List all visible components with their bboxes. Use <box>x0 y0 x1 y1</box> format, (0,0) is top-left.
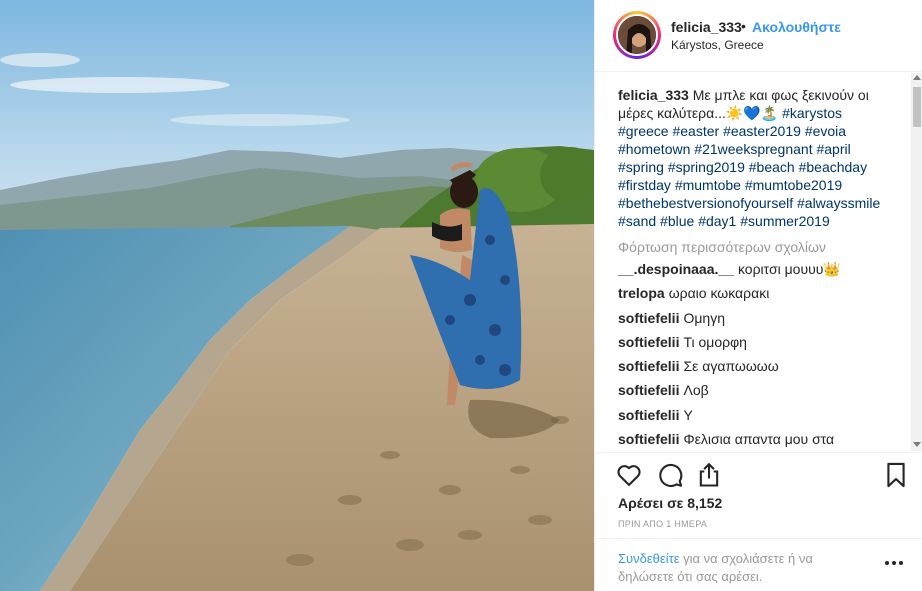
comment-text: κοριτσι μουυυ👑 <box>737 261 841 277</box>
comment-username[interactable]: softiefelii <box>618 382 679 398</box>
comment-button[interactable] <box>656 461 684 489</box>
share-button[interactable] <box>695 461 723 489</box>
post-actions <box>595 452 922 496</box>
login-prompt-text: Συνδεθείτε για να σχολιάσετε ή να δηλώσε… <box>618 550 858 586</box>
hashtag-link[interactable]: #21weekspregnant <box>694 141 812 157</box>
comment-item: softiefelii Τι ομορφη <box>618 333 911 357</box>
post-location[interactable]: Kárystos, Greece <box>671 38 764 52</box>
share-icon <box>699 462 719 487</box>
comment-item: softiefelii Λοβ <box>618 381 911 405</box>
post-timestamp: ΠΡΙΝ ΑΠΟ 1 ΗΜΕΡΑ <box>618 519 708 529</box>
caption-hashtags: #karystos #greece #easter #easter2019 #e… <box>618 105 880 229</box>
post-sidebar: felicia_333 • Ακολουθήστε Kárystos, Gree… <box>594 0 922 591</box>
bookmark-icon <box>887 462 905 488</box>
hashtag-link[interactable]: #evoia <box>805 123 846 139</box>
comment-username[interactable]: softiefelii <box>618 358 679 374</box>
more-options-icon[interactable] <box>885 561 905 567</box>
load-more-comments-button[interactable]: Φόρτωση περισσότερων σχολίων <box>618 238 911 260</box>
avatar[interactable] <box>613 11 661 59</box>
comment-item: softiefelii Φελισια απαντα μου στα <box>618 430 911 451</box>
scroll-thumb[interactable] <box>913 87 921 127</box>
comment-text: Ομηγη <box>683 309 725 326</box>
hashtag-link[interactable]: #sand <box>618 213 656 229</box>
hashtag-link[interactable]: #spring <box>618 159 664 175</box>
hashtag-link[interactable]: #greece <box>618 123 669 139</box>
hashtag-link[interactable]: #day1 <box>698 213 736 229</box>
hashtag-link[interactable]: #easter2019 <box>723 123 801 139</box>
comment-text: Σε αγαπωωωω <box>683 358 779 375</box>
hashtag-link[interactable]: #karystos <box>782 105 842 121</box>
hashtag-link[interactable]: #easter <box>672 123 719 139</box>
avatar-photo <box>616 14 658 56</box>
comment-item: softiefelii Υ <box>618 406 911 430</box>
post-photo[interactable] <box>0 0 594 591</box>
login-link[interactable]: Συνδεθείτε <box>618 551 680 566</box>
scroll-down-arrow-icon[interactable] <box>913 442 921 447</box>
hashtag-link[interactable]: #april <box>816 141 850 157</box>
like-button[interactable] <box>615 461 643 489</box>
hashtag-link[interactable]: #beachday <box>799 159 868 175</box>
hashtag-link[interactable]: #hometown <box>618 141 690 157</box>
comments-scrollbar[interactable] <box>911 73 922 451</box>
comment-username[interactable]: trelopa <box>618 285 665 301</box>
separator-dot: • <box>741 18 746 34</box>
comment-icon <box>659 463 683 487</box>
comment-username[interactable]: softiefelii <box>618 431 679 447</box>
beach-photo <box>0 0 594 591</box>
hashtag-link[interactable]: #mumtobe <box>675 177 741 193</box>
comment-text: Φελισια απαντα μου στα <box>683 431 835 448</box>
follow-button[interactable]: Ακολουθήστε <box>752 19 841 35</box>
likes-count[interactable]: Αρέσει σε 8,152 <box>618 495 722 511</box>
hashtag-link[interactable]: #alwayssmile <box>797 195 880 211</box>
comment-text: ωραιο κωκαρακι <box>668 285 770 302</box>
hashtag-link[interactable]: #summer2019 <box>740 213 830 229</box>
hashtag-link[interactable]: #blue <box>660 213 694 229</box>
post-header: felicia_333 • Ακολουθήστε Kárystos, Gree… <box>595 0 922 72</box>
hashtag-link[interactable]: #mumtobe2019 <box>745 177 842 193</box>
comment-username[interactable]: softiefelii <box>618 407 679 423</box>
comment-username[interactable]: __.despoinaaa.__ <box>618 261 734 277</box>
hashtag-link[interactable]: #spring2019 <box>668 159 745 175</box>
comment-text: Τι ομορφη <box>683 333 747 350</box>
hashtag-link[interactable]: #bethebestversionofyourself <box>618 195 793 211</box>
comment-item: trelopa ωραιο κωκαρακι <box>618 284 911 308</box>
comment-items: __.despoinaaa.__ κοριτσι μουυυ👑 trelopa ωρα… <box>618 260 911 451</box>
comment-username[interactable]: softiefelii <box>618 334 679 350</box>
scroll-up-arrow-icon[interactable] <box>913 75 921 80</box>
caption-username[interactable]: felicia_333 <box>618 87 689 103</box>
post-username[interactable]: felicia_333 <box>671 19 742 35</box>
comment-item: softiefelii Σε αγαπωωωω <box>618 357 911 381</box>
comment-text: Λοβ <box>683 382 709 399</box>
comment-item: softiefelii Ομηγη <box>618 309 911 333</box>
comment-item: __.despoinaaa.__ κοριτσι μουυυ👑 <box>618 260 911 284</box>
hashtag-link[interactable]: #beach <box>749 159 795 175</box>
heart-icon <box>617 465 641 486</box>
login-prompt: Συνδεθείτε για να σχολιάσετε ή να δηλώσε… <box>595 538 922 591</box>
comment-text: Υ <box>683 406 693 423</box>
hashtag-link[interactable]: #firstday <box>618 177 671 193</box>
post-caption: felicia_333 Με μπλε και φως ξεκινούν οι … <box>618 86 888 230</box>
comments-list[interactable]: felicia_333 Με μπλε και φως ξεκινούν οι … <box>595 73 911 451</box>
save-button[interactable] <box>882 461 910 489</box>
comment-username[interactable]: softiefelii <box>618 310 679 326</box>
